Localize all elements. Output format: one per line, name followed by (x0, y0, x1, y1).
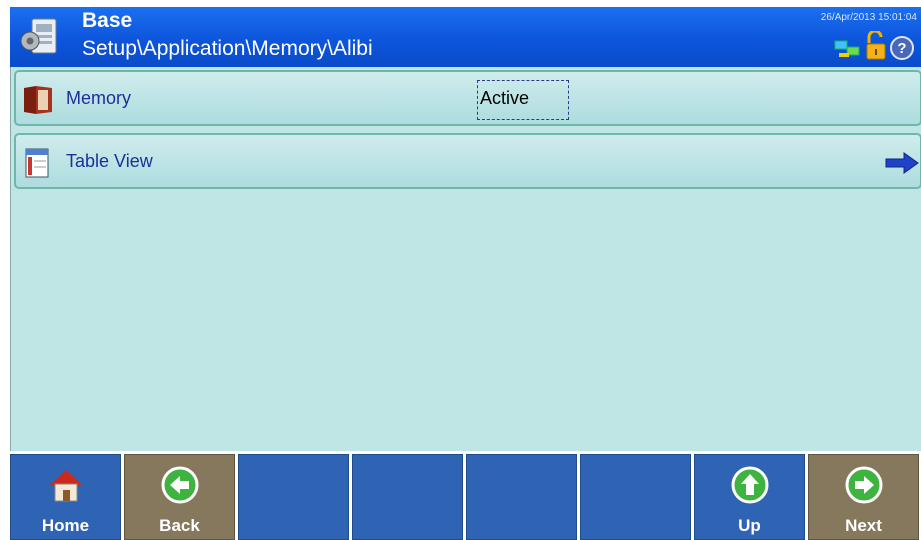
home-icon (49, 470, 82, 502)
next-button[interactable]: Next (808, 454, 919, 540)
scale-icon (834, 40, 860, 57)
header-bar: Base Setup\Application\Memory\Alibi 26/A… (10, 7, 921, 67)
memory-label: Memory (66, 88, 132, 108)
arrow-right-icon[interactable] (884, 150, 920, 176)
softkey-empty-3[interactable] (238, 454, 349, 540)
settings-list: Memory Active Table View (10, 67, 921, 451)
setup-icon (20, 18, 57, 54)
next-arrow-icon (845, 466, 882, 504)
home-button[interactable]: Home (10, 454, 121, 540)
page-title: Base (82, 9, 133, 32)
up-label: Up (738, 516, 761, 535)
terminal-screen: Base Setup\Application\Memory\Alibi 26/A… (10, 7, 921, 540)
softkey-bar: Home Back Up Next (10, 454, 921, 540)
datetime: 26/Apr/2013 15:01:04 (820, 12, 917, 23)
up-arrow-icon (731, 466, 768, 504)
table-icon (25, 148, 49, 178)
help-icon[interactable]: ? (889, 35, 915, 61)
softkey-empty-5[interactable] (466, 454, 577, 540)
home-label: Home (41, 516, 90, 535)
softkey-empty-4[interactable] (352, 454, 463, 540)
svg-text:?: ? (897, 40, 906, 57)
table-view-label: Table View (66, 151, 153, 171)
back-arrow-icon (161, 466, 198, 504)
back-label: Back (159, 516, 200, 535)
book-icon (24, 86, 52, 114)
memory-row[interactable]: Memory Active (14, 70, 921, 126)
breadcrumb: Setup\Application\Memory\Alibi (82, 37, 373, 60)
softkey-empty-6[interactable] (580, 454, 691, 540)
status-icons: ? (833, 29, 915, 61)
memory-value-field[interactable]: Active (477, 80, 569, 120)
up-button[interactable]: Up (694, 454, 805, 540)
unlock-icon (866, 31, 886, 60)
next-label: Next (845, 516, 882, 535)
table-view-row[interactable]: Table View (14, 133, 921, 189)
back-button[interactable]: Back (124, 454, 235, 540)
